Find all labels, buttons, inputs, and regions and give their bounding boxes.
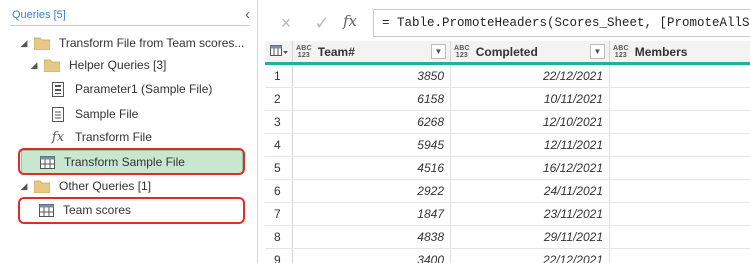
queries-pane: Queries [5] ‹ ◢ Transform File from Team… [0,0,258,263]
table-row[interactable]: 9 3400 22/12/2021 [265,249,750,263]
tree-item-label: Sample File [75,107,139,121]
cell-team[interactable]: 3400 [293,249,451,263]
cell-team[interactable]: 3850 [293,65,451,87]
any-type-icon[interactable]: ABC 123 [454,45,470,59]
table-row[interactable]: 7 1847 23/11/2021 [265,203,750,226]
highlight-outline [18,197,245,224]
tree-item-label: Helper Queries [3] [69,58,167,72]
table-row[interactable]: 4 5945 12/11/2021 [265,134,750,157]
column-filter-dropdown-icon[interactable]: ▼ [590,44,605,59]
tree-item-label: Transform File from Team scores... [59,36,245,50]
tree-item-transform-file-group[interactable]: ◢ Transform File from Team scores... [19,31,245,55]
cell-team[interactable]: 6268 [293,111,451,133]
cell-members[interactable] [610,249,750,263]
expand-arrow-icon[interactable]: ◢ [19,38,29,49]
row-number: 1 [265,65,293,87]
cell-completed[interactable]: 24/11/2021 [451,180,610,202]
cell-members[interactable] [610,180,750,202]
table-row[interactable]: 6 2922 24/11/2021 [265,180,750,203]
grid-header: ABC 123 Team# ▼ ABC 123 Completed ▼ ABC 123… [265,41,750,65]
cell-team[interactable]: 5945 [293,134,451,156]
tree-item-label: Other Queries [1] [59,179,152,193]
cell-members[interactable] [610,226,750,248]
queries-header: Queries [5] ‹ [10,6,250,26]
queries-title: Queries [5] [12,9,66,21]
tree-item-sample-file[interactable]: Sample File [49,102,138,126]
parameter-icon [49,81,67,97]
cell-completed[interactable]: 29/11/2021 [451,226,610,248]
folder-icon [33,178,51,194]
table-row[interactable]: 5 4516 16/12/2021 [265,157,750,180]
table-row[interactable]: 1 3850 22/12/2021 [265,65,750,88]
column-filter-dropdown-icon[interactable]: ▼ [431,44,446,59]
cell-team[interactable]: 2922 [293,180,451,202]
row-number: 8 [265,226,293,248]
row-number: 6 [265,180,293,202]
collapse-pane-icon[interactable]: ‹ [245,6,250,23]
row-number: 3 [265,111,293,133]
fx-icon[interactable]: fx [343,12,357,30]
any-type-icon[interactable]: ABC 123 [613,45,629,59]
column-name: Members [634,44,688,59]
data-grid: ABC 123 Team# ▼ ABC 123 Completed ▼ ABC 123… [265,41,750,263]
row-number: 9 [265,249,293,263]
column-name: Completed [475,44,538,59]
formula-input[interactable]: = Table.PromoteHeaders(Scores_Sheet, [Pr… [373,9,750,37]
formula-bar: × ✓ fx = Table.PromoteHeaders(Scores_She… [265,8,750,38]
row-number: 4 [265,134,293,156]
tree-item-other-queries[interactable]: ◢ Other Queries [1] [19,174,152,198]
tree-item-helper-queries[interactable]: ◢ Helper Queries [3] [29,53,167,77]
column-header-team[interactable]: ABC 123 Team# ▼ [293,41,451,62]
cell-members[interactable] [610,88,750,110]
cell-team[interactable]: 1847 [293,203,451,225]
cell-completed[interactable]: 22/12/2021 [451,249,610,263]
cell-team[interactable]: 4516 [293,157,451,179]
expand-arrow-icon[interactable]: ◢ [19,181,29,192]
cell-completed[interactable]: 16/12/2021 [451,157,610,179]
cell-completed[interactable]: 23/11/2021 [451,203,610,225]
confirm-icon[interactable]: ✓ [307,12,337,34]
tree-item-label: Transform File [75,130,152,144]
cell-members[interactable] [610,157,750,179]
expand-arrow-icon[interactable]: ◢ [29,60,39,71]
cell-completed[interactable]: 12/11/2021 [451,134,610,156]
cell-members[interactable] [610,134,750,156]
table-menu-icon[interactable] [265,41,293,62]
column-header-completed[interactable]: ABC 123 Completed ▼ [451,41,610,62]
cell-completed[interactable]: 22/12/2021 [451,65,610,87]
tree-item-parameter1[interactable]: Parameter1 (Sample File) [49,77,212,101]
cell-members[interactable] [610,65,750,87]
cell-members[interactable] [610,111,750,133]
folder-icon [43,57,61,73]
cell-members[interactable] [610,203,750,225]
table-row[interactable]: 2 6158 10/11/2021 [265,88,750,111]
cell-team[interactable]: 6158 [293,88,451,110]
tree-item-transform-file[interactable]: fx Transform File [49,125,152,149]
column-header-members[interactable]: ABC 123 Members [610,41,750,62]
cancel-icon[interactable]: × [271,12,301,34]
highlight-outline [18,148,245,175]
cell-completed[interactable]: 12/10/2021 [451,111,610,133]
column-name: Team# [317,44,355,59]
table-row[interactable]: 8 4838 29/11/2021 [265,226,750,249]
function-icon: fx [51,129,65,145]
document-icon [49,106,67,122]
row-number: 7 [265,203,293,225]
folder-icon [33,35,51,51]
any-type-icon[interactable]: ABC 123 [296,45,312,59]
table-row[interactable]: 3 6268 12/10/2021 [265,111,750,134]
cell-team[interactable]: 4838 [293,226,451,248]
tree-item-label: Parameter1 (Sample File) [75,82,213,96]
cell-completed[interactable]: 10/11/2021 [451,88,610,110]
row-number: 5 [265,157,293,179]
row-number: 2 [265,88,293,110]
